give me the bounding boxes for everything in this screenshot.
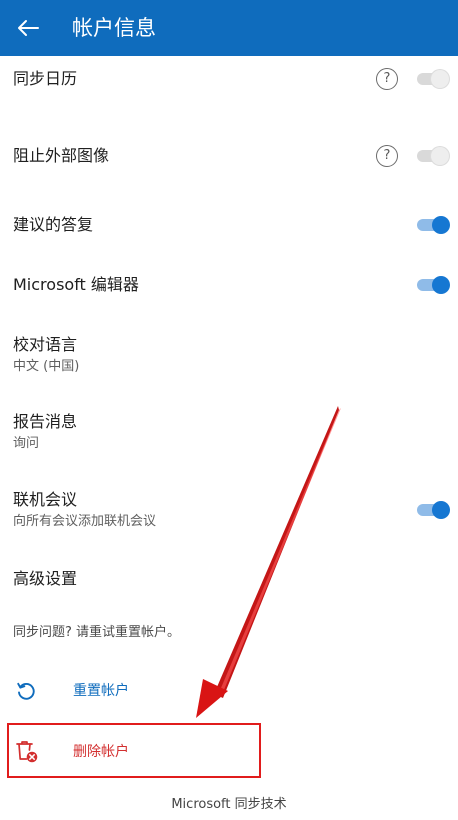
footer-text: Microsoft 同步技术: [171, 797, 287, 812]
block-images-label: 阻止外部图像: [13, 146, 110, 165]
setting-advanced[interactable]: 高级设置: [0, 563, 458, 597]
block-images-toggle[interactable]: [417, 145, 453, 167]
app-bar: 帐户信息: [0, 0, 458, 56]
setting-report-message[interactable]: 报告消息 询问: [0, 407, 458, 457]
editor-label: Microsoft 编辑器: [13, 275, 139, 294]
setting-block-external-images[interactable]: 阻止外部图像 ?: [0, 135, 458, 185]
report-message-value: 询问: [13, 436, 40, 451]
back-arrow-icon[interactable]: [8, 8, 48, 48]
highlight-box: [7, 723, 261, 778]
reset-account-label: 重置帐户: [73, 683, 129, 699]
help-icon[interactable]: ?: [376, 145, 398, 167]
toggle-thumb: [432, 276, 450, 294]
sync-calendar-label: 同步日历: [13, 69, 78, 88]
online-meeting-label: 联机会议: [13, 490, 78, 509]
toggle-thumb: [431, 70, 449, 88]
proofing-language-label: 校对语言: [13, 335, 78, 354]
editor-toggle[interactable]: [417, 274, 453, 296]
toggle-thumb: [432, 501, 450, 519]
toggle-thumb: [432, 216, 450, 234]
setting-suggested-replies[interactable]: 建议的答复: [0, 205, 458, 249]
page-title: 帐户信息: [72, 16, 156, 40]
reset-account-button[interactable]: 重置帐户: [0, 673, 458, 709]
suggested-replies-label: 建议的答复: [13, 215, 94, 234]
toggle-thumb: [431, 147, 449, 165]
online-meeting-toggle[interactable]: [417, 499, 453, 521]
advanced-label: 高级设置: [13, 569, 78, 588]
help-icon[interactable]: ?: [376, 68, 398, 90]
online-meeting-value: 向所有会议添加联机会议: [13, 514, 157, 529]
sync-calendar-toggle[interactable]: [417, 68, 453, 90]
report-message-label: 报告消息: [13, 412, 78, 431]
setting-editor[interactable]: Microsoft 编辑器: [0, 265, 458, 309]
setting-sync-calendar[interactable]: 同步日历 ?: [0, 56, 458, 116]
sync-problem-text: 同步问题? 请重试重置帐户。: [13, 625, 181, 640]
setting-proofing-language[interactable]: 校对语言 中文 (中国): [0, 330, 458, 380]
reset-icon: [14, 679, 38, 703]
proofing-language-value: 中文 (中国): [13, 359, 80, 374]
setting-online-meeting[interactable]: 联机会议 向所有会议添加联机会议: [0, 485, 458, 535]
suggested-replies-toggle[interactable]: [417, 214, 453, 236]
